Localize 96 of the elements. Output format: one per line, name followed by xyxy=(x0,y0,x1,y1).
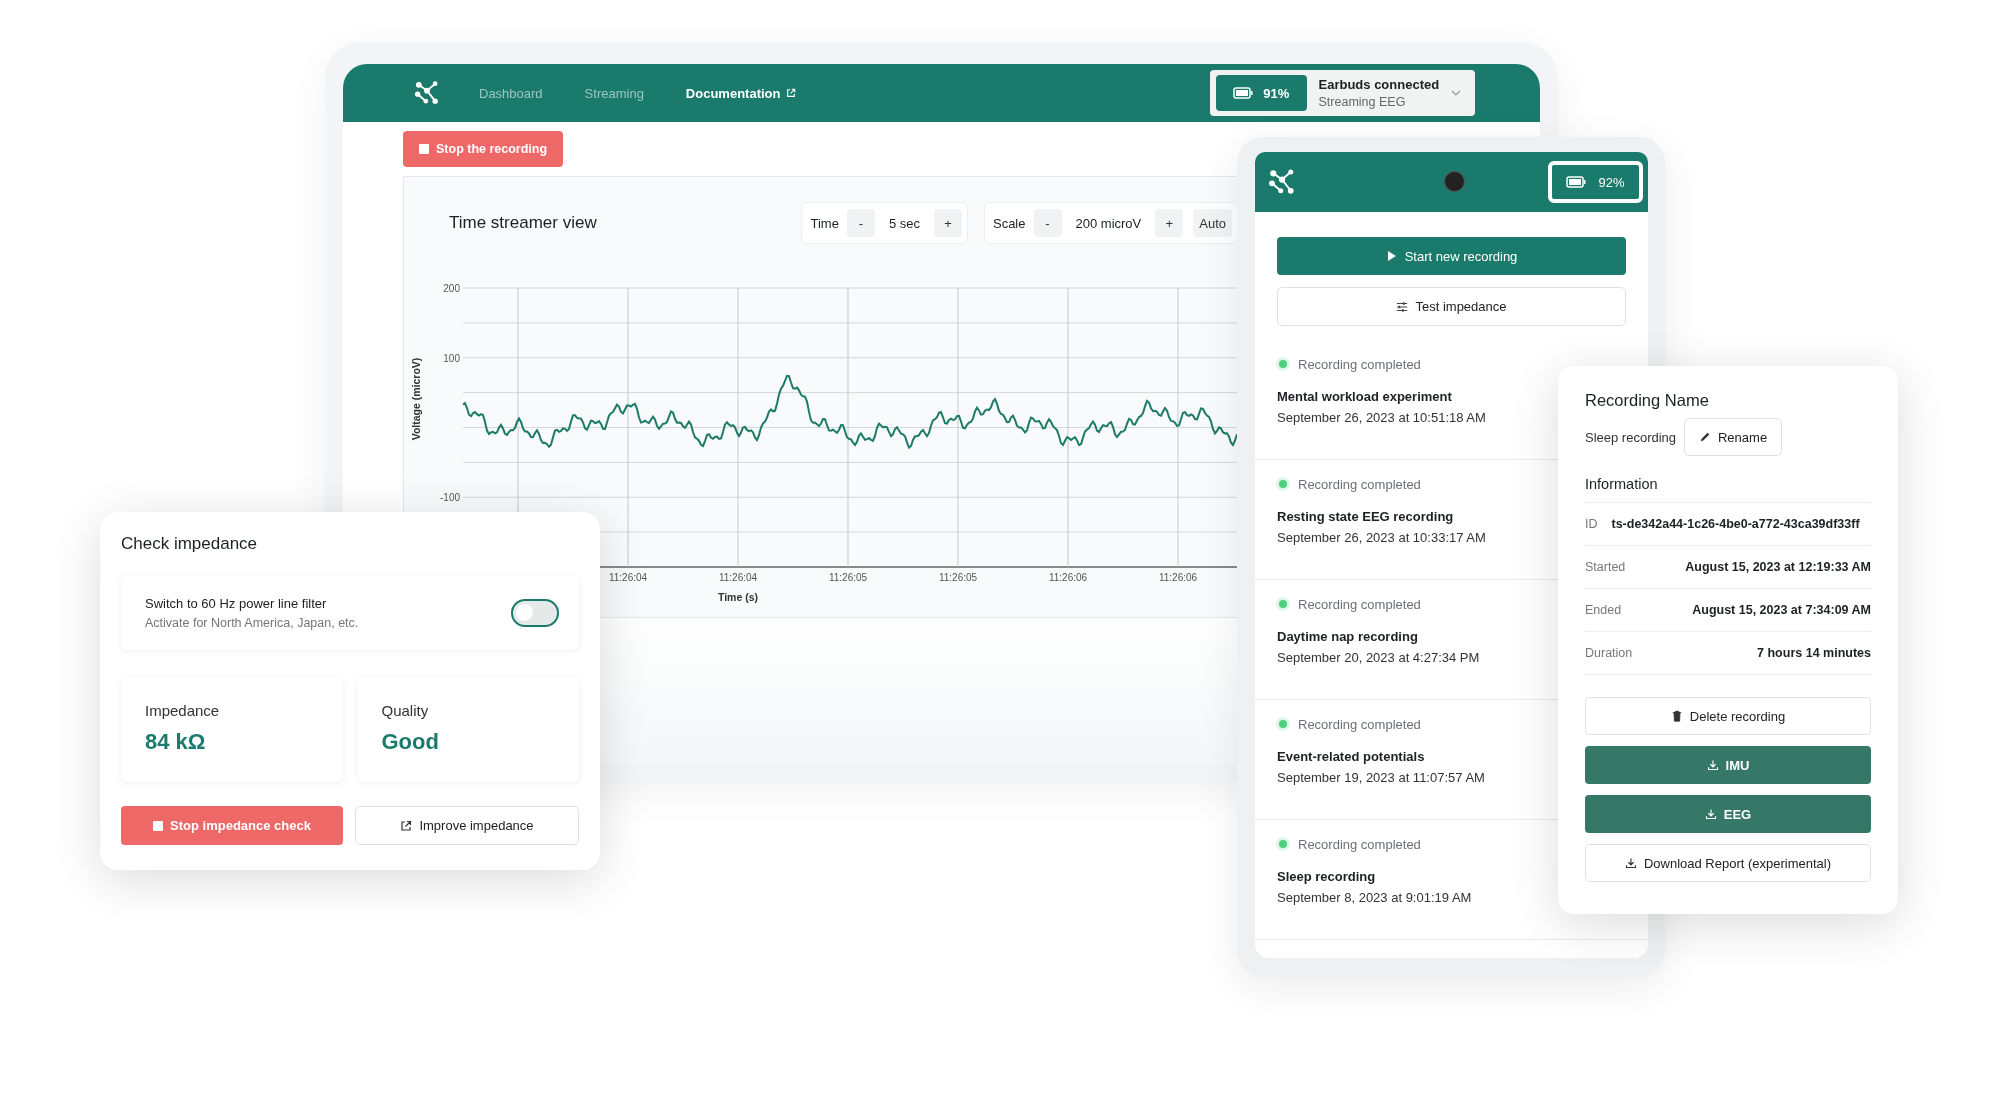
download-icon xyxy=(1704,808,1717,820)
decrease-button[interactable]: - xyxy=(846,209,875,237)
info-label: Duration xyxy=(1585,646,1633,660)
recording-date: September 20, 2023 at 4:27:34 PM xyxy=(1277,649,1480,665)
logo-icon xyxy=(1267,167,1297,197)
control-value: 5 sec xyxy=(887,215,921,231)
battery-icon xyxy=(1233,87,1254,99)
recording-status: Recording completed xyxy=(1298,596,1421,612)
recording-date: September 26, 2023 at 10:33:17 AM xyxy=(1277,529,1486,545)
control-label: Time xyxy=(809,215,840,231)
stat-value: Good xyxy=(381,729,440,755)
card-title: Recording Name xyxy=(1585,391,1710,410)
delete-recording-button[interactable]: Delete recording xyxy=(1585,697,1871,735)
info-label: ID xyxy=(1585,517,1598,531)
x-axis-tick-label: 11:26:05 xyxy=(828,572,868,583)
recording-name: Sleep recording xyxy=(1277,868,1376,884)
auto-button[interactable]: Auto xyxy=(1193,209,1232,237)
chevron-down-icon xyxy=(1451,90,1461,96)
recording-status: Recording completed xyxy=(1298,356,1421,372)
increase-button[interactable]: + xyxy=(933,209,962,237)
recording-date: September 19, 2023 at 11:07:57 AM xyxy=(1277,769,1485,785)
recording-name: Resting state EEG recording xyxy=(1277,508,1454,524)
stat-label: Impedance xyxy=(145,702,221,719)
download-imu-button[interactable]: IMU xyxy=(1585,746,1871,784)
x-axis-tick-label: 11:26:06 xyxy=(1048,572,1088,583)
download-icon xyxy=(1706,759,1719,771)
info-label: Started xyxy=(1585,560,1626,574)
y-axis-label: Voltage (microV) xyxy=(410,357,422,441)
card-title: Check impedance xyxy=(121,534,259,554)
trash-icon xyxy=(1670,710,1683,722)
battery-percent: 91% xyxy=(1263,85,1290,101)
battery-percent: 92% xyxy=(1598,174,1625,190)
decrease-button[interactable]: - xyxy=(1033,209,1062,237)
info-label: Ended xyxy=(1585,603,1622,617)
recording-list-item[interactable]: Recording completed Event-related potentials September 19, 2023 at 11:07:57 AM xyxy=(1277,716,1485,785)
recording-list-item[interactable]: Recording completed Daytime nap recording September 20, 2023 at 4:27:34 PM xyxy=(1277,596,1480,665)
filter-label: Switch to 60 Hz power line filter xyxy=(145,596,328,611)
external-link-icon xyxy=(786,88,797,98)
status-dot-icon xyxy=(1279,480,1287,488)
chart-title: Time streamer view xyxy=(449,213,597,233)
test-impedance-button[interactable]: Test impedance xyxy=(1277,287,1626,326)
recording-name: Event-related potentials xyxy=(1277,748,1425,764)
recording-name: Mental workload experiment xyxy=(1277,388,1452,404)
status-dot-icon xyxy=(1279,600,1287,608)
info-value: August 15, 2023 at 7:34:09 AM xyxy=(1692,603,1871,617)
improve-impedance-button[interactable]: Improve impedance xyxy=(355,806,579,845)
recording-date: September 8, 2023 at 9:01:19 AM xyxy=(1277,889,1472,905)
play-icon xyxy=(1385,250,1398,262)
recording-status: Recording completed xyxy=(1298,476,1421,492)
y-axis-tick-label: 200 xyxy=(443,283,460,294)
filter-hint: Activate for North America, Japan, etc. xyxy=(145,616,359,630)
pencil-icon xyxy=(1699,431,1711,443)
y-axis-tick-label: 100 xyxy=(443,352,460,364)
stat-value: 84 kΩ xyxy=(145,729,207,755)
x-axis-tick-label: 11:26:04 xyxy=(608,572,648,583)
sliders-icon xyxy=(1396,300,1409,313)
stop-icon xyxy=(153,820,164,831)
battery-icon xyxy=(1566,176,1587,188)
info-value: August 15, 2023 at 12:19:33 AM xyxy=(1685,560,1871,574)
device-status: Earbuds connected xyxy=(1318,77,1440,92)
external-link-icon xyxy=(400,819,413,832)
camera-dot-icon xyxy=(1444,171,1465,192)
x-axis-label: Time (s) xyxy=(717,591,759,603)
recording-name: Sleep recording xyxy=(1585,429,1677,445)
download-report-button[interactable]: Download Report (experimental) xyxy=(1585,844,1871,882)
logo-icon xyxy=(413,79,441,107)
recording-list-item[interactable]: Recording completed Mental workload experiment September 26, 2023 at 10:51:18 AM xyxy=(1277,356,1486,425)
recording-list-item[interactable]: Recording completed Sleep recording September 8, 2023 at 9:01:19 AM xyxy=(1277,836,1472,905)
y-axis-tick-label: -100 xyxy=(440,492,460,504)
filter-toggle[interactable] xyxy=(511,599,559,627)
recording-status: Recording completed xyxy=(1298,836,1421,852)
info-value: ts-de342a44-1c26-4be0-a772-43ca39df33ff xyxy=(1611,517,1860,531)
nav-link[interactable]: Documentation xyxy=(685,85,797,101)
start-recording-button[interactable]: Start new recording xyxy=(1277,237,1626,275)
stop-icon xyxy=(419,144,429,154)
device-substatus: Streaming EEG xyxy=(1318,95,1407,109)
recording-list-item[interactable]: Recording completed Resting state EEG recording September 26, 2023 at 10:33:17 AM xyxy=(1277,476,1486,545)
x-axis-tick-label: 11:26:06 xyxy=(1158,572,1198,583)
download-icon xyxy=(1624,857,1637,869)
increase-button[interactable]: + xyxy=(1155,209,1184,237)
control-value: 200 microV xyxy=(1074,215,1143,231)
status-dot-icon xyxy=(1279,720,1287,728)
info-value: 7 hours 14 minutes xyxy=(1757,646,1871,660)
status-dot-icon xyxy=(1279,840,1287,848)
download-eeg-button[interactable]: EEG xyxy=(1585,795,1871,833)
section-title: Information xyxy=(1585,476,1659,492)
rename-button[interactable]: Rename xyxy=(1684,418,1783,456)
device-status-dropdown[interactable]: 91% Earbuds connected Streaming EEG xyxy=(1210,70,1475,116)
recording-date: September 26, 2023 at 10:51:18 AM xyxy=(1277,409,1486,425)
control-label: Scale xyxy=(991,215,1027,231)
status-dot-icon xyxy=(1279,360,1287,368)
x-axis-tick-label: 11:26:05 xyxy=(938,572,978,583)
x-axis-tick-label: 11:26:04 xyxy=(718,572,758,583)
recording-name: Daytime nap recording xyxy=(1277,628,1418,644)
stat-label: Quality xyxy=(381,702,430,719)
recording-status: Recording completed xyxy=(1298,716,1421,732)
